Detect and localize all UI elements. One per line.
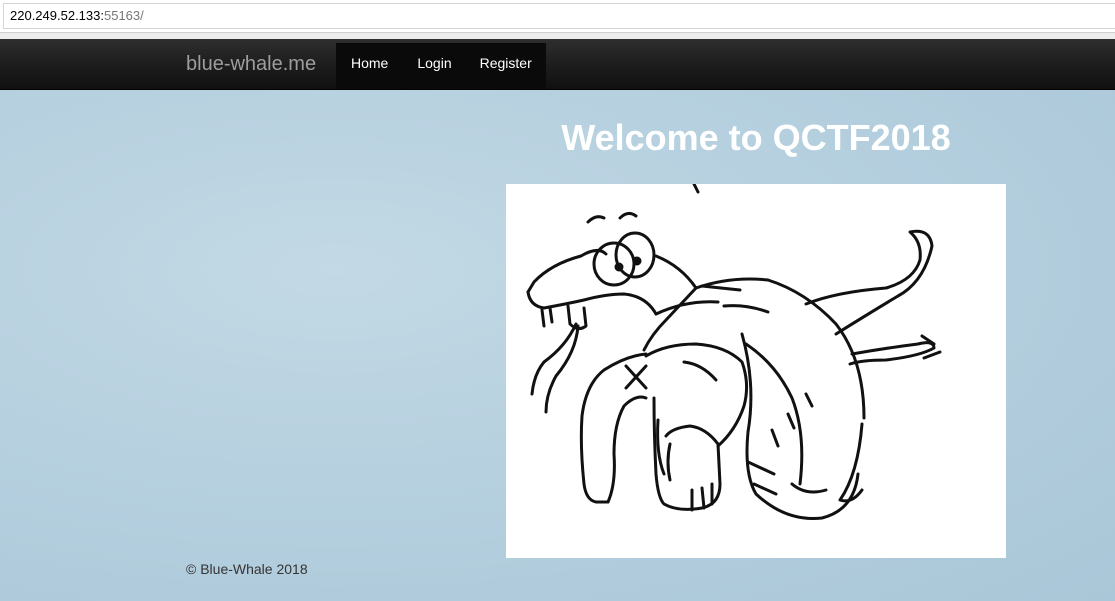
page-title: Welcome to QCTF2018 [561, 117, 951, 158]
url-port: 55163/ [103, 8, 144, 23]
brand-link[interactable]: blue-whale.me [186, 52, 316, 76]
snake-elephant-sketch [526, 184, 942, 520]
nav-register[interactable]: Register [466, 43, 546, 89]
illustration-image [506, 184, 1006, 558]
navbar: blue-whale.me Home Login Register [0, 39, 1115, 90]
nav-menu: Home Login Register [336, 43, 546, 89]
url-input[interactable]: 220.249.52.133:55163/ [3, 3, 1115, 29]
nav-login[interactable]: Login [403, 43, 465, 89]
footer-copyright: © Blue-Whale 2018 [186, 561, 308, 577]
browser-address-bar: 220.249.52.133:55163/ [0, 0, 1115, 33]
url-host: 220.249.52.133: [10, 8, 104, 23]
nav-home[interactable]: Home [336, 43, 403, 89]
